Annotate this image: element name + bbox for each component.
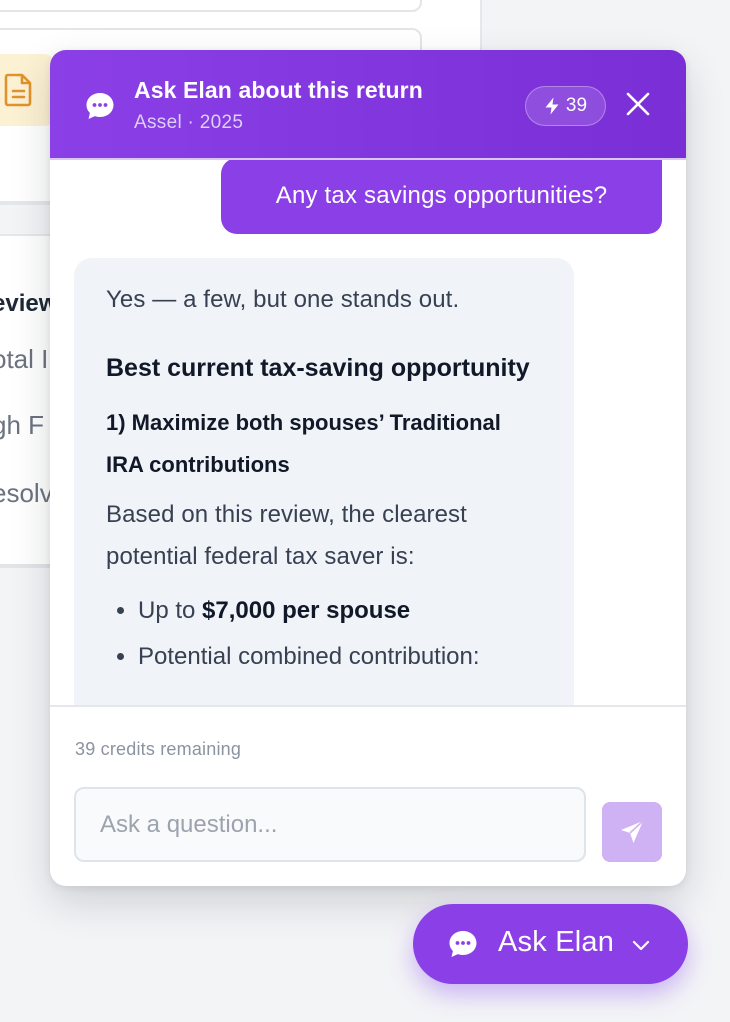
assistant-message: Yes — a few, but one stands out. Best cu… [74, 258, 574, 705]
message-list[interactable]: Any tax savings opportunities? Yes — a f… [50, 160, 686, 705]
question-input[interactable] [74, 787, 586, 862]
chat-bubble-icon [449, 931, 477, 957]
assistant-heading: Best current tax-saving opportunity [106, 354, 530, 382]
bullet-bold-text: $7,000 per spouse [202, 597, 411, 624]
send-icon [621, 820, 644, 843]
user-message: Any tax savings opportunities? [221, 160, 662, 234]
chat-bubble-icon [86, 93, 114, 119]
assistant-subheading: 1) Maximize both spouses’ Traditional IR… [106, 410, 501, 477]
background-card [0, 0, 422, 12]
background-heading: eview [0, 290, 58, 317]
chat-subtitle: Assel · 2025 [134, 112, 244, 133]
chat-header: Ask Elan about this return Assel · 2025 … [50, 50, 686, 160]
send-button[interactable] [602, 802, 662, 862]
background-row: otal I [0, 344, 49, 374]
assistant-paragraph: Based on this review, the clearest poten… [106, 501, 467, 570]
lightning-icon [545, 97, 559, 115]
chat-title: Ask Elan about this return [134, 77, 423, 103]
background-row: gh F [0, 410, 45, 440]
credits-remaining: 39 credits remaining [75, 739, 242, 759]
ask-elan-label: Ask Elan [498, 926, 615, 958]
document-icon [0, 54, 54, 126]
background-row: esolv [0, 478, 53, 508]
credits-count: 39 [565, 95, 588, 116]
close-icon[interactable] [624, 90, 652, 118]
chevron-down-icon [632, 940, 650, 951]
list-item: Up to $7,000 per spouse [138, 588, 542, 634]
assistant-bullet-list: Up to $7,000 per spouse Potential combin… [106, 588, 542, 680]
list-item: Potential combined contribution: [138, 634, 542, 680]
credits-badge: 39 [525, 86, 606, 126]
assistant-intro: Yes — a few, but one stands out. [106, 286, 460, 313]
composer-divider [50, 705, 686, 707]
chat-panel: Ask Elan about this return Assel · 2025 … [50, 50, 686, 886]
bullet-text: Up to [138, 597, 203, 624]
ask-elan-button[interactable]: Ask Elan [413, 904, 688, 984]
bullet-text: Potential combined contribution: [138, 643, 480, 670]
